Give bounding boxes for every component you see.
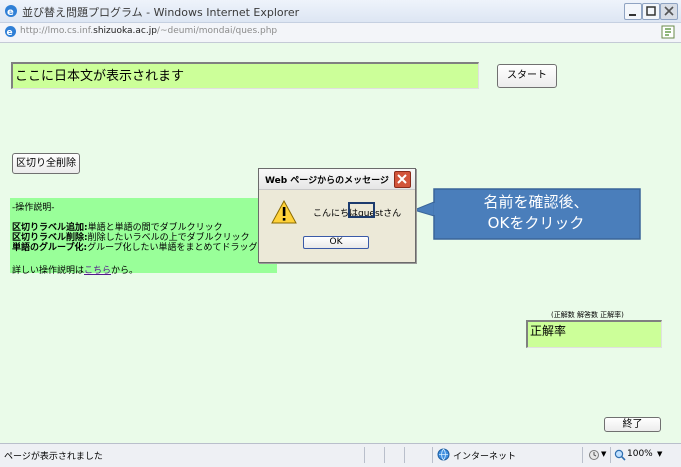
instruction-details: 詳しい操作説明はこちらから。 (12, 266, 139, 276)
address-bar[interactable]: e http://lmo.cs.inf.shizuoka.ac.jp/~deum… (0, 23, 681, 43)
protected-mode-icon[interactable] (588, 449, 600, 461)
status-text: ページが表示されました (4, 452, 103, 462)
security-zone[interactable]: インターネット (453, 449, 516, 462)
dialog-close-button[interactable] (394, 171, 411, 188)
globe-icon (437, 448, 450, 461)
maximize-icon (646, 6, 656, 16)
status-separator (364, 447, 365, 463)
score-field: 正解率 (526, 320, 662, 348)
instructions-heading: -操作説明- (12, 203, 55, 213)
zoom-level[interactable]: 100% (627, 449, 653, 459)
url-host: shizuoka.ac.jp (93, 26, 157, 36)
score-caption: (正解数 解答数 正解率) (551, 311, 624, 319)
callout-line-2: OKをクリック (487, 214, 585, 232)
status-separator (610, 447, 611, 463)
page-icon: e (5, 26, 16, 38)
warning-icon (271, 200, 297, 224)
close-window-button[interactable] (660, 3, 678, 20)
details-link[interactable]: こちら (84, 266, 111, 276)
status-separator (404, 447, 405, 463)
status-separator (582, 447, 583, 463)
window-titlebar: e 並び替え問題プログラム - Windows Internet Explore… (0, 0, 681, 23)
chevron-down-icon[interactable]: ▼ (657, 450, 662, 458)
minimize-icon (629, 14, 636, 16)
zoom-icon[interactable] (614, 449, 626, 461)
ie-logo-icon: e (5, 5, 17, 18)
callout-line-1: 名前を確認後、 (483, 193, 589, 211)
instruction-group-words: 単語のグループ化:グループ化したい単語をまとめてドラッグ (12, 243, 258, 253)
name-highlight-box (348, 202, 375, 218)
chevron-down-icon[interactable]: ▼ (601, 450, 606, 458)
url-text[interactable]: http://lmo.cs.inf.shizuoka.ac.jp/~deumi/… (20, 26, 277, 36)
svg-text:e: e (7, 7, 14, 18)
window-title: 並び替え問題プログラム - Windows Internet Explorer (22, 6, 300, 19)
minimize-button[interactable] (624, 3, 642, 20)
status-separator (432, 447, 433, 463)
svg-text:e: e (7, 28, 13, 38)
ok-button[interactable]: OK (303, 236, 369, 249)
url-path: /~deumi/mondai/ques.php (156, 26, 278, 36)
close-icon (664, 6, 674, 16)
japanese-sentence-field: ここに日本文が表示されます (11, 62, 479, 89)
message-dialog: Web ページからのメッセージ こんにちはguestさん OK (258, 168, 416, 263)
dialog-titlebar: Web ページからのメッセージ (259, 169, 415, 190)
dialog-title: Web ページからのメッセージ (265, 176, 389, 186)
url-prefix: http://lmo.cs.inf. (20, 26, 94, 36)
clear-separators-button[interactable]: 区切り全削除 (12, 153, 80, 174)
close-icon (397, 174, 407, 184)
status-bar: ページが表示されました インターネット ▼ 100% ▼ (0, 443, 681, 467)
end-button[interactable]: 終了 (604, 417, 661, 432)
callout-text: 名前を確認後、 OKをクリック (434, 192, 638, 234)
compat-view-icon[interactable] (661, 25, 675, 39)
start-button[interactable]: スタート (497, 64, 557, 88)
maximize-button[interactable] (642, 3, 660, 20)
status-separator (384, 447, 385, 463)
instructions-panel: -操作説明- 区切りラベル追加:単語と単語の間でダブルクリック 区切りラベル削除… (10, 198, 277, 276)
